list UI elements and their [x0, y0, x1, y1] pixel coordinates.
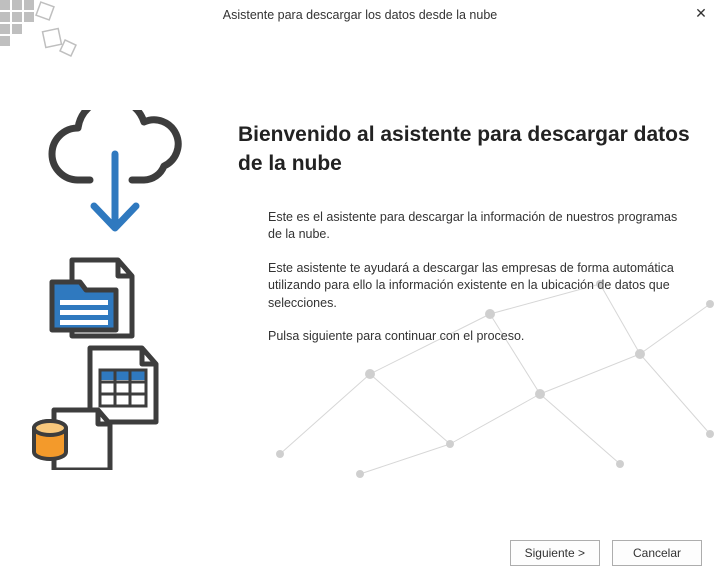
next-button[interactable]: Siguiente > — [510, 540, 600, 566]
wizard-paragraph-1: Este es el asistente para descargar la i… — [268, 209, 690, 244]
wizard-paragraph-2: Este asistente te ayudará a descargar la… — [268, 260, 690, 313]
illustration-column — [30, 60, 230, 530]
wizard-paragraph-3: Pulsa siguiente para continuar con el pr… — [268, 328, 690, 346]
close-button[interactable]: ✕ — [690, 2, 712, 24]
titlebar: Asistente para descargar los datos desde… — [0, 0, 720, 30]
cloud-download-icon — [30, 110, 200, 470]
cancel-button[interactable]: Cancelar — [612, 540, 702, 566]
content-area: Bienvenido al asistente para descargar d… — [0, 30, 720, 530]
wizard-heading: Bienvenido al asistente para descargar d… — [238, 120, 690, 179]
text-column: Bienvenido al asistente para descargar d… — [230, 60, 690, 530]
window-title: Asistente para descargar los datos desde… — [0, 0, 720, 30]
button-row: Siguiente > Cancelar — [510, 540, 702, 566]
